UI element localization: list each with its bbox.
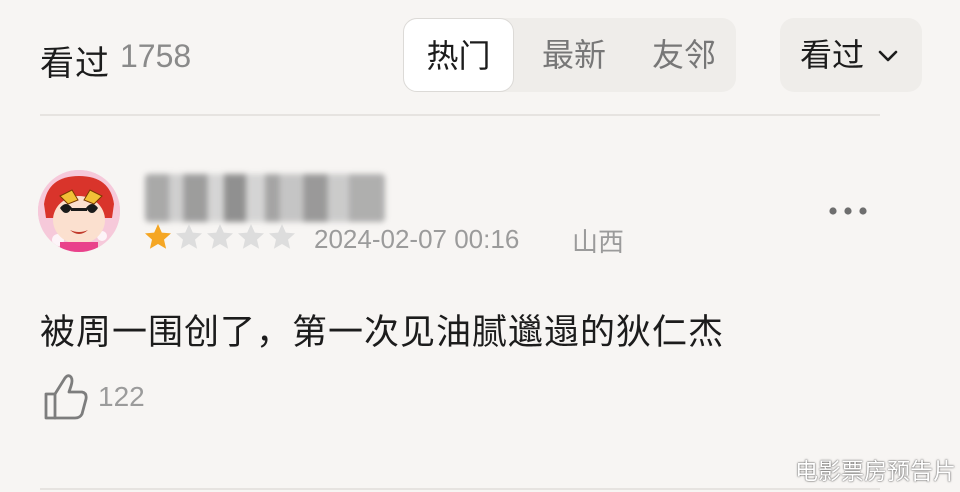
review-date: 2024-02-07 00:16: [314, 224, 520, 254]
top-bar: 看过 1758 热门 最新 友邻 看过: [0, 0, 960, 115]
watermark: 电影票房预告片: [795, 459, 956, 485]
avatar-image: [38, 170, 120, 252]
bottom-divider: [40, 488, 880, 490]
header-divider: [40, 114, 880, 116]
star-empty-icon: [238, 224, 264, 249]
star-empty-icon: [207, 224, 233, 249]
tab-friends[interactable]: 友邻: [629, 18, 739, 92]
like-count: 122: [98, 381, 145, 412]
username[interactable]: [145, 174, 385, 222]
filter-label: 看过: [800, 36, 865, 74]
thumbs-up-icon[interactable]: [42, 372, 90, 422]
more-dots-icon[interactable]: [826, 203, 870, 219]
page-title: 看过: [40, 44, 110, 84]
review-text: 被周一围创了，第一次见油腻邋遢的狄仁杰: [40, 313, 725, 353]
watched-filter-dropdown[interactable]: 看过: [780, 18, 922, 92]
tab-latest[interactable]: 最新: [519, 18, 629, 92]
star-empty-icon: [269, 224, 295, 249]
star-empty-icon: [176, 224, 202, 249]
chevron-down-icon: [878, 50, 898, 62]
review-region: 山西: [572, 228, 625, 258]
watched-count: 1758: [120, 38, 192, 74]
sort-tabs: 热门 最新 友邻: [403, 18, 736, 92]
tab-hot[interactable]: 热门: [403, 18, 514, 92]
rating-stars: [143, 222, 298, 254]
avatar[interactable]: [38, 170, 120, 252]
star-filled-icon: [145, 224, 171, 249]
